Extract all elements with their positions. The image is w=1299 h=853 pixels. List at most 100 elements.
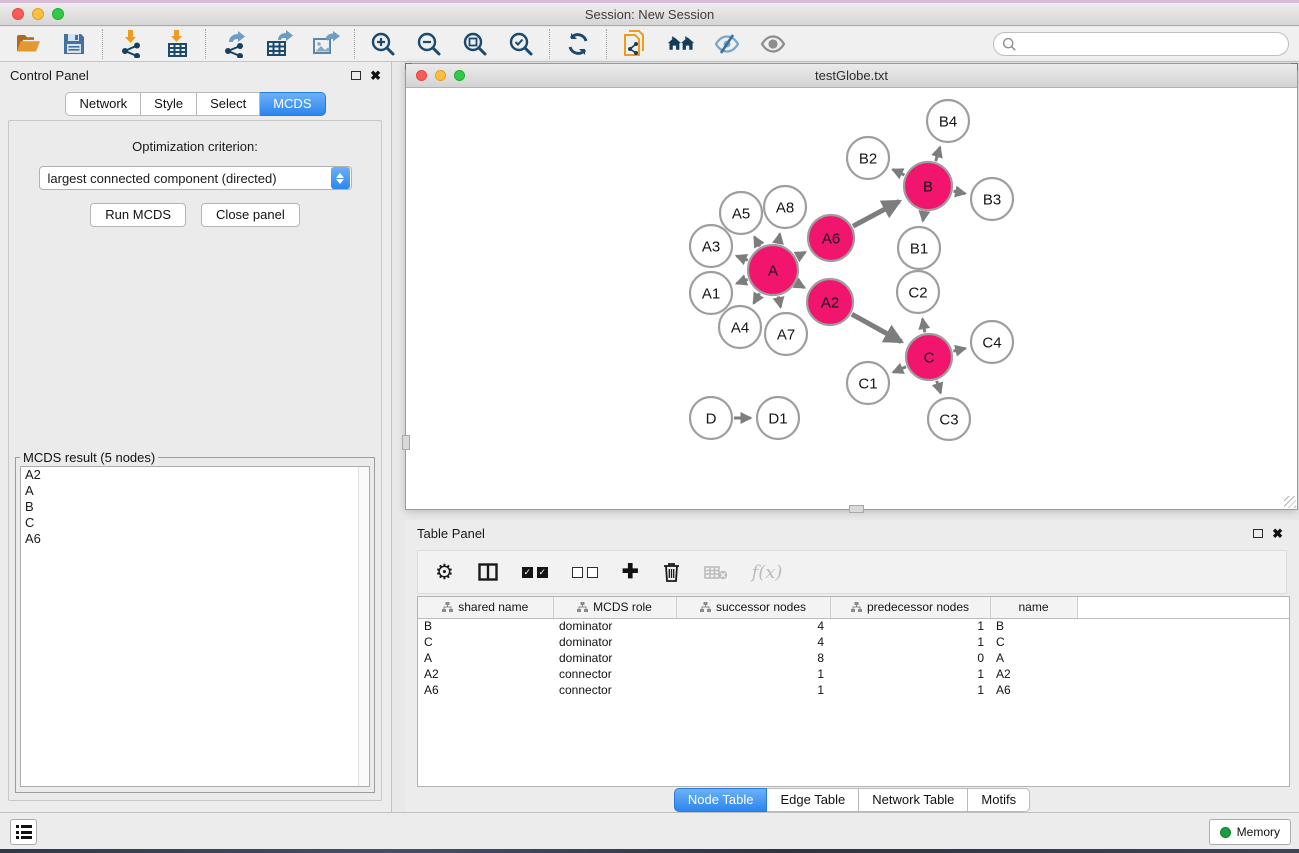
edge-B-B1[interactable] bbox=[923, 212, 924, 221]
node-A5[interactable]: A5 bbox=[720, 192, 762, 234]
show-icon[interactable] bbox=[759, 30, 787, 58]
table-cell[interactable]: B bbox=[990, 618, 1077, 634]
float-table-panel-icon[interactable] bbox=[1253, 529, 1263, 538]
tab-mcds[interactable]: MCDS bbox=[260, 92, 325, 116]
edge-C-C2[interactable] bbox=[923, 319, 925, 332]
network-window-titlebar[interactable]: testGlobe.txt bbox=[406, 64, 1297, 88]
node-A2[interactable]: A2 bbox=[807, 279, 853, 325]
node-A3[interactable]: A3 bbox=[690, 225, 732, 267]
table-tab-node-table[interactable]: Node Table bbox=[674, 788, 768, 812]
splitter-handle[interactable] bbox=[849, 505, 864, 513]
table-cell[interactable]: dominator bbox=[553, 650, 676, 666]
node-C4[interactable]: C4 bbox=[971, 321, 1013, 363]
node-B4[interactable]: B4 bbox=[927, 100, 969, 142]
mcds-result-item[interactable]: A2 bbox=[21, 467, 369, 483]
network-graph[interactable]: AA1A2A3A4A5A6A7A8BB1B2B3B4CC1C2C3C4DD1 bbox=[406, 88, 1297, 509]
mcds-result-item[interactable]: A bbox=[21, 483, 369, 499]
mcds-result-item[interactable]: A6 bbox=[21, 531, 369, 547]
table-tab-edge-table[interactable]: Edge Table bbox=[767, 788, 859, 812]
table-cell[interactable]: 4 bbox=[676, 618, 830, 634]
settings-icon[interactable]: ⚙ bbox=[435, 562, 454, 583]
node-A8[interactable]: A8 bbox=[764, 186, 806, 228]
deselect-all-icon[interactable] bbox=[572, 567, 598, 578]
memory-button[interactable]: Memory bbox=[1209, 819, 1291, 845]
mcds-result-item[interactable]: C bbox=[21, 515, 369, 531]
table-cell[interactable]: B bbox=[418, 618, 553, 634]
table-cell[interactable]: 1 bbox=[676, 666, 830, 682]
table-cell[interactable]: connector bbox=[553, 682, 676, 698]
column-header-successor-nodes[interactable]: successor nodes bbox=[676, 597, 830, 618]
table-cell[interactable]: 8 bbox=[676, 650, 830, 666]
show-panels-button[interactable] bbox=[10, 819, 37, 845]
add-column-icon[interactable]: ✚ bbox=[622, 562, 639, 582]
network-canvas[interactable]: AA1A2A3A4A5A6A7A8BB1B2B3B4CC1C2C3C4DD1 bbox=[406, 88, 1297, 509]
search-input[interactable] bbox=[1021, 37, 1271, 52]
node-A4[interactable]: A4 bbox=[719, 306, 761, 348]
table-cell[interactable]: 1 bbox=[830, 634, 990, 650]
node-A[interactable]: A bbox=[748, 245, 798, 295]
table-row[interactable]: Cdominator41C bbox=[418, 634, 1289, 650]
resize-grip[interactable] bbox=[1284, 496, 1296, 508]
search-field[interactable] bbox=[993, 32, 1289, 56]
node-D1[interactable]: D1 bbox=[757, 397, 799, 439]
open-file-icon[interactable] bbox=[14, 30, 42, 58]
mcds-result-item[interactable]: B bbox=[21, 499, 369, 515]
tab-network[interactable]: Network bbox=[65, 92, 141, 116]
edge-C-C1[interactable] bbox=[893, 367, 906, 372]
column-header-mcds-role[interactable]: MCDS role bbox=[553, 597, 676, 618]
table-cell[interactable]: A bbox=[418, 650, 553, 666]
import-network-icon[interactable] bbox=[117, 30, 145, 58]
edge-B-B2[interactable] bbox=[893, 170, 905, 175]
import-table-icon[interactable] bbox=[163, 30, 191, 58]
table-cell[interactable]: 0 bbox=[830, 650, 990, 666]
table-tab-network-table[interactable]: Network Table bbox=[859, 788, 968, 812]
table-cell[interactable]: A2 bbox=[418, 666, 553, 682]
column-header-name[interactable]: name bbox=[990, 597, 1077, 618]
table-cell[interactable]: C bbox=[990, 634, 1077, 650]
table-cell[interactable]: C bbox=[418, 634, 553, 650]
tab-style[interactable]: Style bbox=[141, 92, 197, 116]
table-tab-motifs[interactable]: Motifs bbox=[968, 788, 1030, 812]
edge-A-A6[interactable] bbox=[797, 252, 806, 257]
table-cell[interactable]: A2 bbox=[990, 666, 1077, 682]
table-cell[interactable]: 1 bbox=[830, 682, 990, 698]
mcds-result-list[interactable]: A2ABCA6 bbox=[20, 466, 370, 787]
edge-A-A3[interactable] bbox=[736, 256, 747, 260]
table-cell[interactable]: A6 bbox=[418, 682, 553, 698]
edge-A-A4[interactable] bbox=[754, 293, 760, 303]
home-icon[interactable] bbox=[667, 30, 695, 58]
table-cell[interactable]: dominator bbox=[553, 634, 676, 650]
table-cell[interactable]: dominator bbox=[553, 618, 676, 634]
table-cell[interactable]: A bbox=[990, 650, 1077, 666]
splitter-handle[interactable] bbox=[402, 435, 410, 450]
float-panel-icon[interactable] bbox=[351, 71, 361, 80]
table-cell[interactable]: 1 bbox=[830, 618, 990, 634]
node-C[interactable]: C bbox=[906, 334, 952, 380]
table-row[interactable]: A6connector11A6 bbox=[418, 682, 1289, 698]
refresh-icon[interactable] bbox=[564, 30, 592, 58]
table-cell[interactable]: connector bbox=[553, 666, 676, 682]
node-A7[interactable]: A7 bbox=[765, 313, 807, 355]
close-panel-icon[interactable]: ✖ bbox=[370, 69, 381, 82]
table-cell[interactable]: A6 bbox=[990, 682, 1077, 698]
result-list-scrollbar[interactable] bbox=[358, 467, 369, 786]
table-cell[interactable]: 1 bbox=[676, 682, 830, 698]
table-row[interactable]: Bdominator41B bbox=[418, 618, 1289, 634]
node-table[interactable]: shared nameMCDS rolesuccessor nodesprede… bbox=[417, 596, 1290, 787]
edge-A-A8[interactable] bbox=[778, 234, 780, 244]
delete-table-icon[interactable] bbox=[704, 564, 728, 580]
table-row[interactable]: Adominator80A bbox=[418, 650, 1289, 666]
new-network-icon[interactable] bbox=[621, 30, 649, 58]
table-row[interactable]: A2connector11A2 bbox=[418, 666, 1289, 682]
node-A6[interactable]: A6 bbox=[808, 215, 854, 261]
edge-A-A2[interactable] bbox=[797, 283, 805, 287]
zoom-fit-icon[interactable] bbox=[461, 30, 489, 58]
export-table-icon[interactable] bbox=[266, 30, 294, 58]
node-B1[interactable]: B1 bbox=[898, 227, 940, 269]
node-C3[interactable]: C3 bbox=[928, 398, 970, 440]
run-mcds-button[interactable]: Run MCDS bbox=[90, 203, 186, 227]
split-pane-icon[interactable] bbox=[478, 563, 498, 581]
node-B[interactable]: B bbox=[904, 162, 952, 210]
edge-A-A7[interactable] bbox=[778, 296, 780, 307]
node-D[interactable]: D bbox=[690, 397, 732, 439]
